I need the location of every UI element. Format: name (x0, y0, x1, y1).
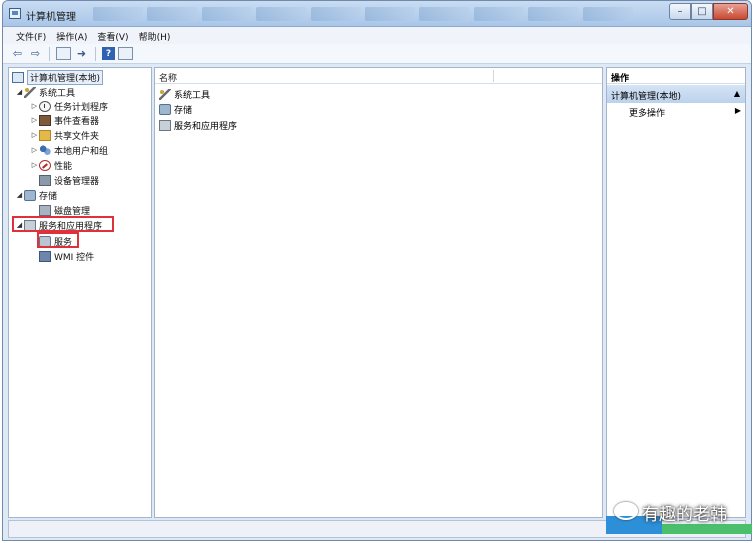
actions-section[interactable]: 计算机管理(本地) ▲ (607, 85, 745, 103)
list-item[interactable]: 服务和应用程序 (159, 118, 237, 132)
highlight-box (37, 232, 79, 248)
tree-label: 事件查看器 (54, 116, 100, 127)
tree-label: 系统工具 (39, 88, 76, 99)
menu-view[interactable]: 查看(V) (92, 27, 133, 44)
tree-label: WMI 控件 (54, 252, 95, 263)
maximize-button[interactable]: □ (691, 3, 713, 20)
computer-icon (12, 71, 24, 83)
collapse-icon[interactable]: ◢ (15, 191, 24, 199)
expand-icon[interactable]: ▷ (30, 146, 39, 154)
actions-section-label: 计算机管理(本地) (611, 92, 682, 102)
menu-help[interactable]: 帮助(H) (134, 27, 176, 44)
tree-label: 计算机管理(本地) (27, 69, 104, 85)
app-window: 计算机管理 – □ ✕ 文件(F) 操作(A) 查看(V) 帮助(H) ⇦ ⇨ … (2, 0, 752, 541)
tree-item-disk-management[interactable]: 磁盘管理 (39, 203, 90, 217)
device-icon (39, 174, 51, 186)
tree-label: 设备管理器 (54, 176, 100, 187)
tree-item-device-manager[interactable]: 设备管理器 (39, 173, 99, 187)
show-hide-tree-icon[interactable] (56, 47, 71, 60)
forward-arrow-icon[interactable]: ⇨ (28, 47, 43, 61)
event-icon (39, 114, 51, 126)
computer-management-icon (9, 8, 21, 19)
minimize-button[interactable]: – (669, 3, 691, 20)
collapse-up-icon[interactable]: ▲ (734, 89, 740, 98)
tree-item-task-scheduler[interactable]: ▷ 任务计划程序 (30, 99, 108, 113)
list-item[interactable]: 系统工具 (159, 87, 210, 101)
toolbar-divider (95, 46, 96, 61)
actions-pane: 操作 计算机管理(本地) ▲ 更多操作 ▶ (606, 67, 746, 518)
tree-label: 存储 (39, 191, 58, 202)
folder-icon (39, 129, 51, 141)
menu-bar: 文件(F) 操作(A) 查看(V) 帮助(H) (3, 27, 751, 44)
tree-item-storage[interactable]: ◢ 存储 (15, 188, 57, 202)
export-list-icon[interactable]: ➜ (74, 47, 89, 61)
tree-item-event-viewer[interactable]: ▷ 事件查看器 (30, 113, 99, 127)
disk-icon (39, 204, 51, 216)
more-actions-item[interactable]: 更多操作 ▶ (629, 106, 741, 119)
list-item-label: 系统工具 (174, 90, 211, 101)
users-icon (39, 144, 51, 156)
list-item-label: 存储 (174, 105, 193, 116)
actions-header: 操作 (607, 68, 745, 84)
clock-icon (39, 100, 51, 112)
wechat-logo-icon (614, 502, 638, 520)
tree-item-performance[interactable]: ▷ 性能 (30, 158, 72, 172)
watermark: 有趣的老韩 (606, 494, 752, 534)
performance-icon (39, 159, 51, 171)
title-bar: 计算机管理 – □ ✕ (3, 1, 751, 27)
tree-label: 性能 (54, 161, 73, 172)
highlight-box (12, 216, 114, 232)
expand-icon[interactable]: ▷ (30, 131, 39, 139)
window-title: 计算机管理 (26, 12, 76, 23)
toolbar: ⇦ ⇨ ➜ ? (3, 44, 751, 64)
expand-icon[interactable]: ▷ (30, 102, 39, 110)
results-pane[interactable]: 名称 系统工具 存储 服务和应用程序 (154, 67, 603, 518)
list-item-label: 服务和应用程序 (174, 121, 238, 132)
background-blur (93, 7, 634, 21)
expand-icon[interactable]: ▷ (30, 116, 39, 124)
tree-item-shared-folders[interactable]: ▷ 共享文件夹 (30, 128, 99, 142)
tools-icon (24, 86, 36, 98)
tree-label: 任务计划程序 (54, 102, 109, 113)
tree-label: 本地用户和组 (54, 146, 109, 157)
help-icon[interactable]: ? (102, 47, 115, 60)
menu-file[interactable]: 文件(F) (11, 27, 51, 44)
wmi-icon (39, 250, 51, 262)
tree-label: 共享文件夹 (54, 131, 100, 142)
tree-label: 磁盘管理 (54, 206, 91, 217)
toolbar-divider (49, 46, 50, 61)
watermark-text: 有趣的老韩 (642, 505, 727, 525)
collapse-icon[interactable]: ◢ (15, 88, 24, 96)
tree-item-root[interactable]: 计算机管理(本地) (12, 69, 104, 85)
list-item[interactable]: 存储 (159, 102, 192, 116)
submenu-arrow-icon: ▶ (734, 106, 741, 115)
tree-item-local-users[interactable]: ▷ 本地用户和组 (30, 143, 108, 157)
show-hide-action-pane-icon[interactable] (118, 47, 133, 60)
console-tree[interactable]: 计算机管理(本地) ◢ 系统工具 ▷ 任务计划程序 ▷ 事件查看器 ▷ 共享文件… (8, 67, 152, 518)
list-header: 名称 (155, 68, 602, 84)
back-arrow-icon[interactable]: ⇦ (10, 47, 25, 61)
tools-icon (159, 88, 171, 100)
tree-item-wmi[interactable]: WMI 控件 (39, 249, 94, 263)
close-button[interactable]: ✕ (713, 3, 748, 20)
menu-action[interactable]: 操作(A) (51, 27, 92, 44)
expand-icon[interactable]: ▷ (30, 161, 39, 169)
storage-icon (24, 189, 36, 201)
column-header-name[interactable]: 名称 (159, 71, 177, 84)
watermark-color-block (662, 524, 752, 534)
tree-item-system-tools[interactable]: ◢ 系统工具 (15, 85, 75, 99)
column-divider[interactable] (493, 70, 494, 82)
storage-icon (159, 103, 171, 115)
more-actions-label: 更多操作 (629, 109, 666, 119)
services-icon (159, 119, 171, 131)
